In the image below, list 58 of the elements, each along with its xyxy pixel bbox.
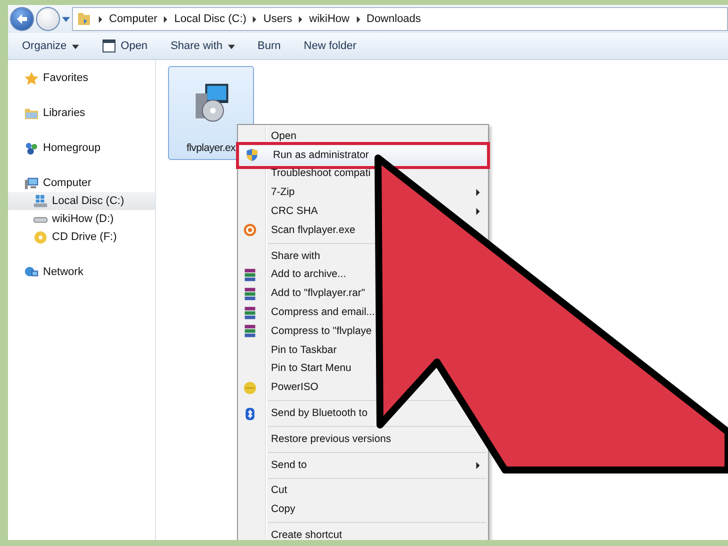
shield-icon: [245, 148, 259, 162]
nav-item[interactable]: Libraries: [8, 104, 155, 122]
chevron-icon[interactable]: [298, 16, 304, 22]
computer-icon: [24, 176, 39, 190]
toolbar-button[interactable]: Organize: [14, 37, 90, 55]
breadcrumb[interactable]: Downloads: [366, 13, 421, 25]
network-icon: [24, 264, 39, 280]
caret-icon: [228, 42, 235, 50]
submenu-arrow-icon: [476, 189, 480, 196]
nav-item[interactable]: Computer: [8, 174, 155, 192]
submenu-arrow-icon: [476, 462, 480, 469]
chevron-icon[interactable]: [356, 16, 360, 22]
breadcrumb[interactable]: wikiHow: [309, 13, 350, 25]
nav-item[interactable]: wikiHow (D:): [8, 210, 155, 228]
homegroup-icon: [24, 140, 39, 156]
nav-item[interactable]: Favorites: [8, 69, 155, 87]
window-icon: [102, 39, 116, 53]
toolbar-button[interactable]: New folder: [296, 37, 368, 55]
caret-icon[interactable]: [62, 15, 70, 23]
menu-item[interactable]: Troubleshoot compati: [238, 164, 488, 184]
menu-item[interactable]: Run as administrator: [240, 146, 486, 165]
chevron-icon[interactable]: [163, 16, 168, 22]
caret-icon: [72, 42, 79, 50]
menu-item[interactable]: Copy: [238, 500, 488, 520]
toolbar-button[interactable]: Share with: [162, 37, 246, 55]
disc-icon: [243, 380, 257, 395]
submenu-arrow-icon: [476, 208, 480, 216]
breadcrumb[interactable]: Local Disc (C:): [174, 13, 246, 25]
menu-item[interactable]: 7-Zip: [238, 183, 488, 202]
books-icon: [243, 324, 257, 338]
menu-item[interactable]: Scan flvplayer.exe: [238, 220, 488, 240]
bluetooth-icon: [243, 406, 257, 421]
nav-item[interactable]: Local Disc (C:): [8, 192, 155, 210]
folder-icon: [76, 11, 92, 27]
books-icon: [243, 306, 257, 320]
address-bar[interactable]: Computer Local Disc (C:) Users wikiHow Downloads: [72, 7, 728, 31]
chevron-icon[interactable]: [252, 16, 258, 22]
nav-item[interactable]: CD Drive (F:): [8, 228, 155, 246]
nav-item[interactable]: Network: [8, 263, 155, 281]
scan-icon: [243, 223, 257, 238]
books-icon: [243, 268, 257, 282]
chevron-icon[interactable]: [98, 16, 103, 22]
menu-item[interactable]: Cut: [238, 482, 488, 500]
forward-button[interactable]: [36, 7, 60, 31]
disc-icon: [33, 230, 48, 244]
menu-item[interactable]: Create shortcut: [238, 526, 488, 540]
toolbar-button[interactable]: Burn: [250, 37, 292, 55]
menu-item[interactable]: Send to: [238, 456, 488, 475]
breadcrumb[interactable]: Users: [263, 13, 292, 25]
back-button[interactable]: [10, 7, 34, 31]
breadcrumb[interactable]: Computer: [109, 13, 158, 25]
star-icon: [24, 70, 39, 86]
drive-icon: [33, 194, 48, 208]
toolbar-button[interactable]: Open: [94, 36, 159, 56]
file-item[interactable]: flvplayer.ex: [168, 66, 254, 160]
menu-item[interactable]: CRC SHA: [238, 202, 488, 221]
books-icon: [243, 286, 257, 301]
nav-item[interactable]: Homegroup: [8, 139, 155, 157]
